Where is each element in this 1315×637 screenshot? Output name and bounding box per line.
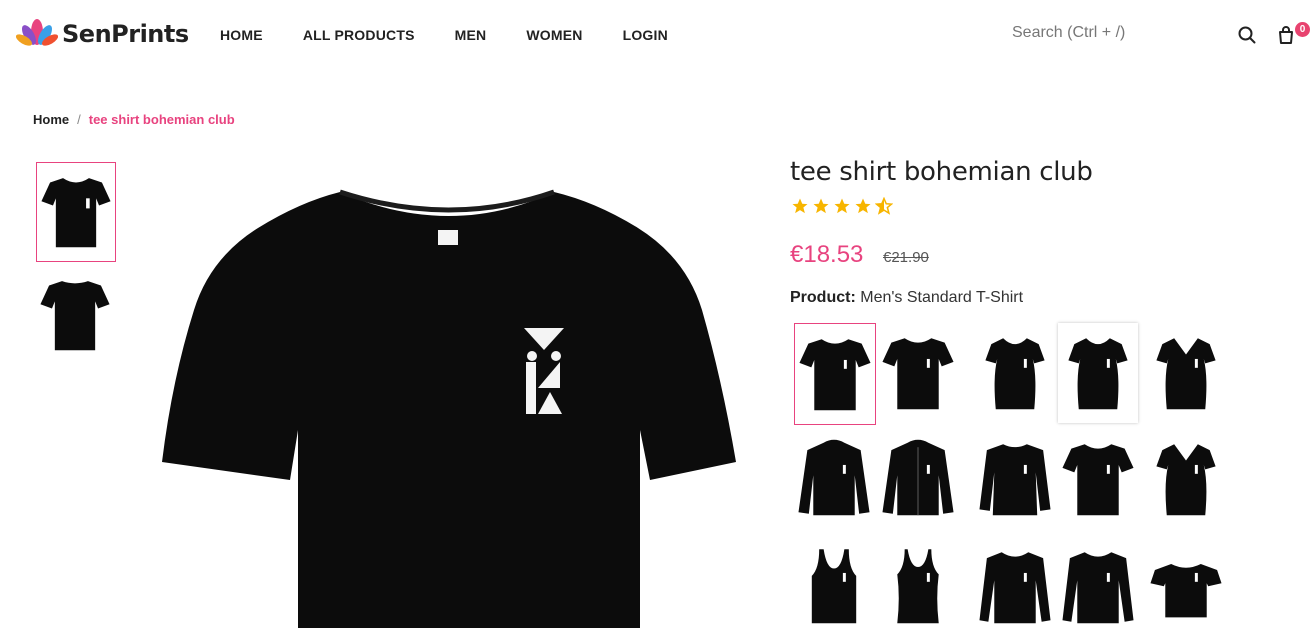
main-nav: HOME ALL PRODUCTS MEN WOMEN LOGIN [220,27,708,43]
ladies-vneck-icon [1156,444,1216,516]
main-product-image[interactable] [150,180,750,628]
variant-option-tank-women[interactable] [878,537,958,637]
breadcrumb-separator: / [77,112,81,127]
half-star-icon [874,196,896,217]
brand-name: SenPrints [62,20,189,48]
variant-option-hoodie[interactable] [794,429,874,529]
ladies-tee-icon [1068,338,1128,410]
original-price: €21.90 [883,249,929,266]
product-type-label: Product: [790,289,856,306]
tshirt-icon [799,339,871,411]
product-title: tee shirt bohemian club [790,157,1093,187]
ladies-vneck-icon [1156,338,1216,410]
star-icon [833,197,854,217]
nav-all-products[interactable]: ALL PRODUCTS [303,27,415,43]
product-type-row: Product: Men's Standard T-Shirt [790,289,1023,307]
shopping-bag-icon[interactable] [1277,26,1295,44]
tshirt-flat-icon [1150,564,1222,618]
search-input[interactable]: Search (Ctrl + /) [1012,24,1125,42]
sale-price: €18.53 [790,241,864,268]
star-icon [812,197,833,217]
longsleeve-icon [1062,552,1134,624]
hoodie-icon [798,439,870,516]
gallery-thumb-front[interactable] [36,162,116,262]
breadcrumb-current: tee shirt bohemian club [88,112,235,127]
variant-option-ladies-tee[interactable] [1058,323,1138,423]
tshirt-icon [882,338,954,410]
star-icon [854,197,875,217]
variant-option-tshirt[interactable] [794,323,876,425]
variant-option-ladies-vneck[interactable] [1146,429,1226,529]
variant-option-longsleeve[interactable] [975,537,1055,637]
site-header: SenPrints HOME ALL PRODUCTS MEN WOMEN LO… [0,0,1315,70]
sweatshirt-icon [979,444,1051,516]
nav-home[interactable]: HOME [220,27,263,43]
search-icon[interactable] [1238,26,1256,44]
star-icon [791,197,812,217]
tshirt-back-thumb-icon [40,281,110,351]
breadcrumb: Home / tee shirt bohemian club [33,112,235,127]
variant-option-zip-hoodie[interactable] [878,429,958,529]
tank-men-icon [811,549,857,624]
rating-stars [791,196,896,217]
variant-option-tshirt[interactable] [878,323,958,423]
nav-men[interactable]: MEN [455,27,487,43]
product-type-value: Men's Standard T-Shirt [860,289,1024,306]
gallery-thumb-back[interactable] [36,266,114,364]
zip-hoodie-icon [882,439,954,516]
variant-option-tshirt-flat[interactable] [1146,537,1226,637]
tshirt-icon [1062,444,1134,516]
variant-option-tshirt[interactable] [1058,429,1138,529]
longsleeve-icon [979,552,1051,624]
variant-option-tank-men[interactable] [794,537,874,637]
variant-option-longsleeve[interactable] [1058,537,1138,637]
ladies-tee-icon [985,338,1045,410]
variant-option-ladies-tee[interactable] [975,323,1055,423]
breadcrumb-home[interactable]: Home [33,112,69,127]
lotus-logo-icon [16,19,58,46]
tshirt-main-image-icon [162,189,736,628]
cart-count-badge: 0 [1295,22,1310,37]
nav-login[interactable]: LOGIN [623,27,668,43]
variant-option-sweatshirt[interactable] [975,429,1055,529]
tank-women-icon [897,549,939,624]
variant-option-ladies-vneck[interactable] [1146,323,1226,423]
logo[interactable]: SenPrints [16,18,189,50]
tshirt-front-thumb-icon [41,178,111,248]
nav-women[interactable]: WOMEN [526,27,582,43]
